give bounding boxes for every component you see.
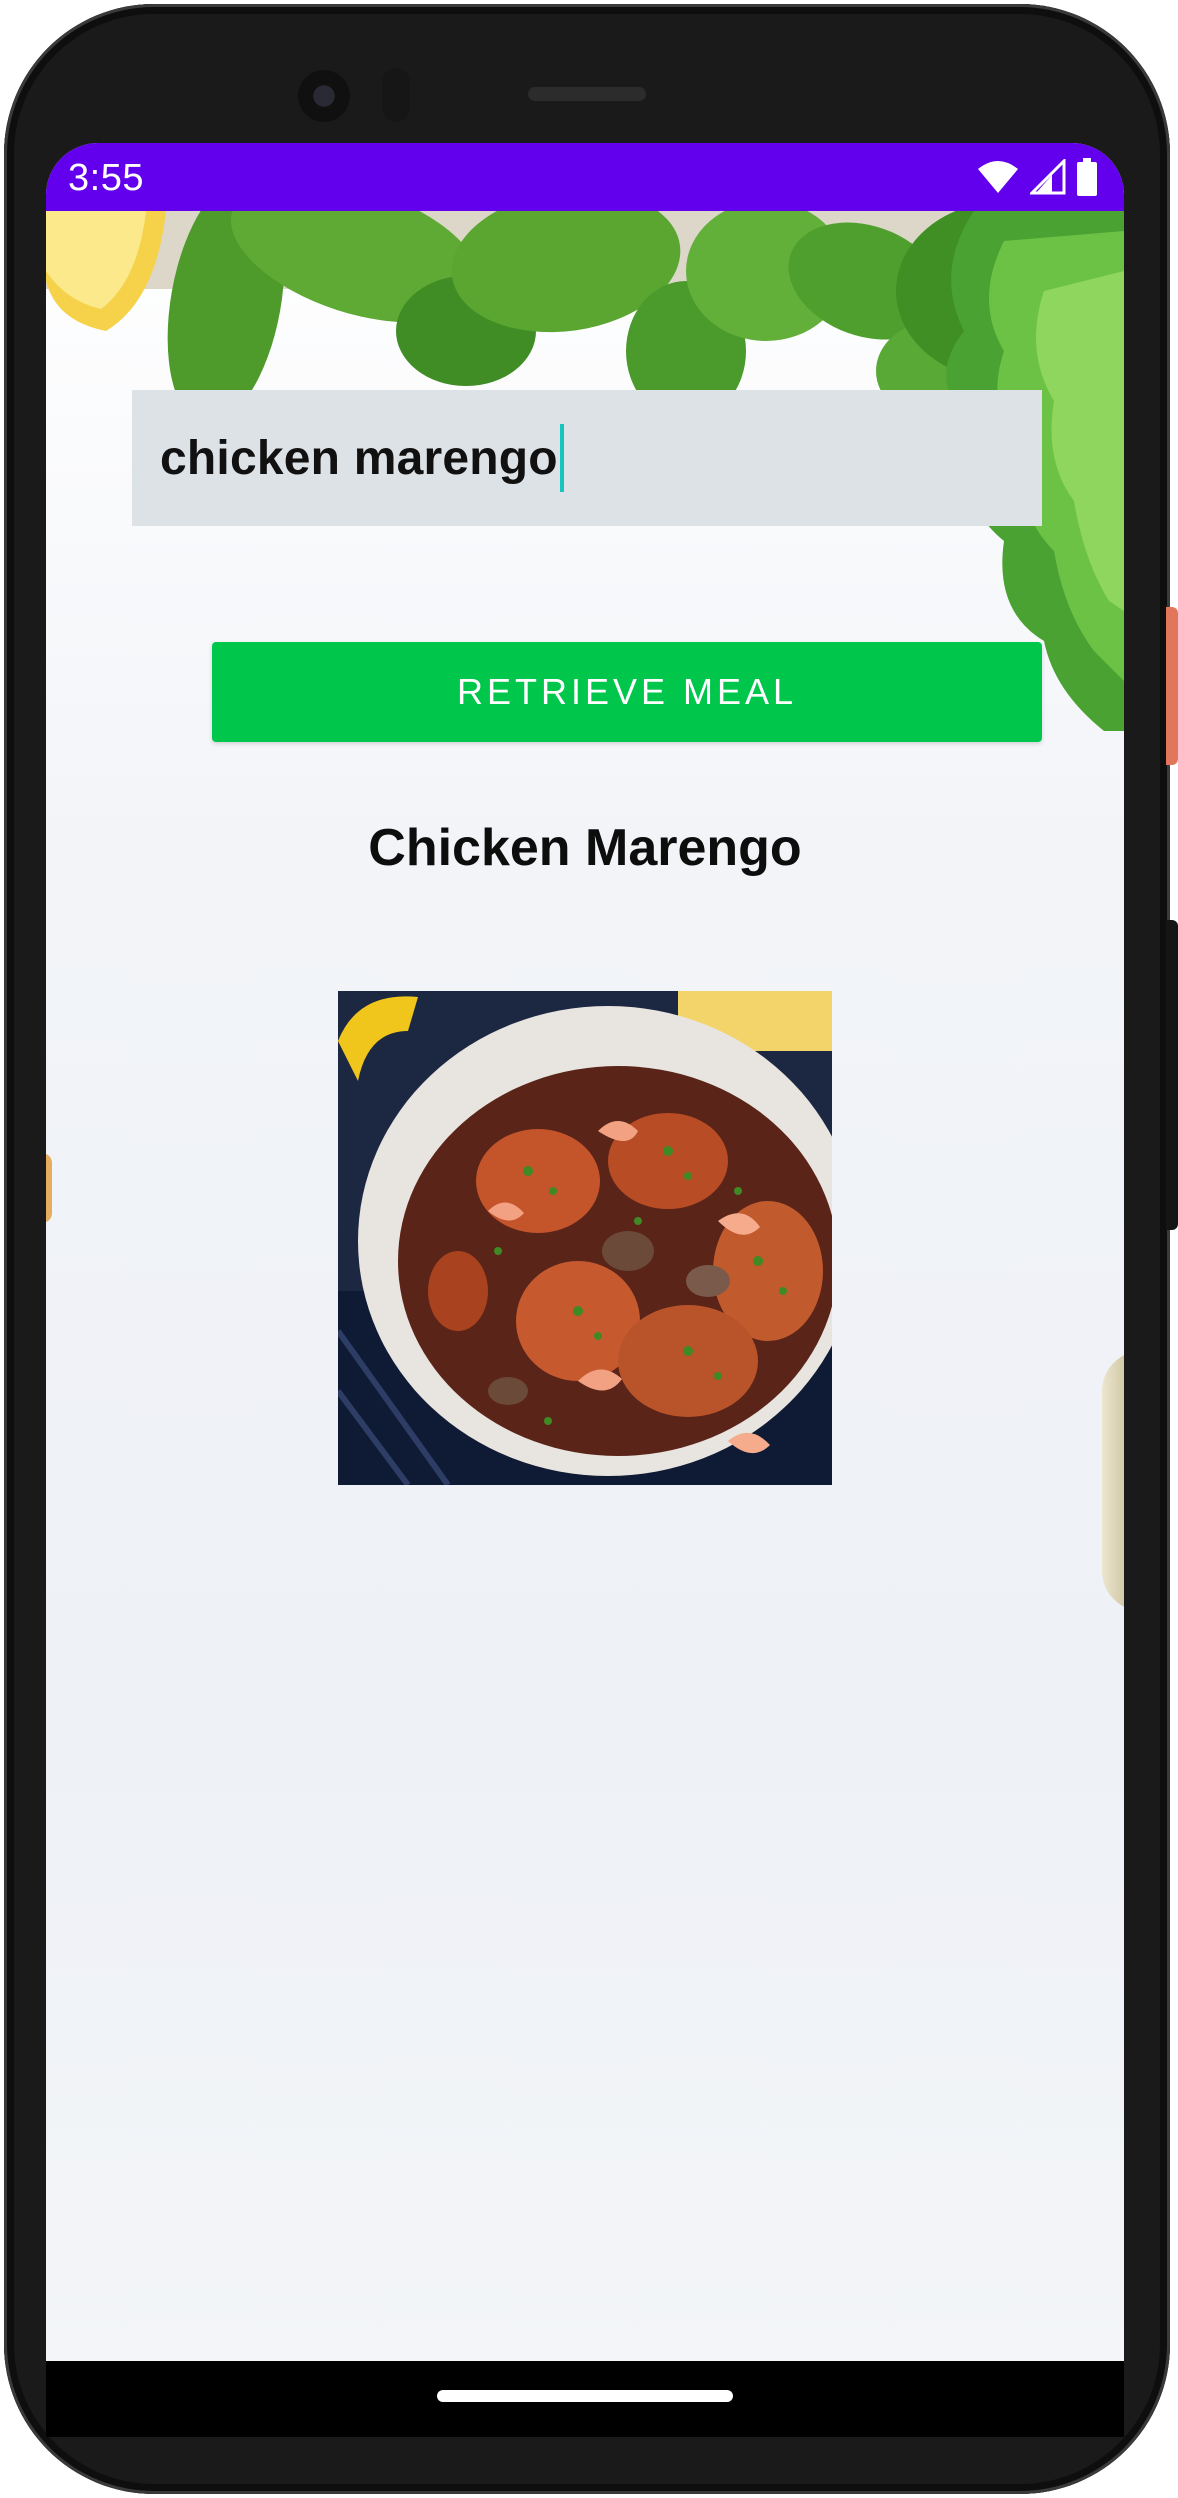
wifi-icon <box>976 159 1020 195</box>
screen: 3:55 chicken marengo RETRIEVE MEAL Chick… <box>46 143 1124 2361</box>
orange-decoration <box>46 1153 52 1223</box>
volume-button <box>1166 920 1178 1230</box>
status-time: 3:55 <box>68 157 144 199</box>
meal-title: Chicken Marengo <box>368 819 802 877</box>
home-indicator[interactable] <box>437 2390 733 2402</box>
device: 3:55 chicken marengo RETRIEVE MEAL Chick… <box>0 0 1178 2498</box>
meal-image <box>338 991 832 1485</box>
meal-search-input[interactable]: chicken marengo <box>132 390 1042 526</box>
bowl-decoration <box>1102 1351 1124 1611</box>
proximity-sensor <box>382 68 410 122</box>
navigation-bar <box>46 2361 1124 2437</box>
search-input-value: chicken marengo <box>160 431 558 485</box>
status-icons <box>976 155 1098 199</box>
battery-icon <box>1076 158 1098 196</box>
cell-signal-icon <box>1030 159 1066 195</box>
front-camera <box>298 70 350 122</box>
earpiece-speaker <box>528 87 646 101</box>
status-bar: 3:55 <box>46 143 1124 211</box>
text-cursor <box>559 424 564 492</box>
retrieve-meal-button[interactable]: RETRIEVE MEAL <box>212 642 1042 742</box>
power-button <box>1166 607 1178 765</box>
